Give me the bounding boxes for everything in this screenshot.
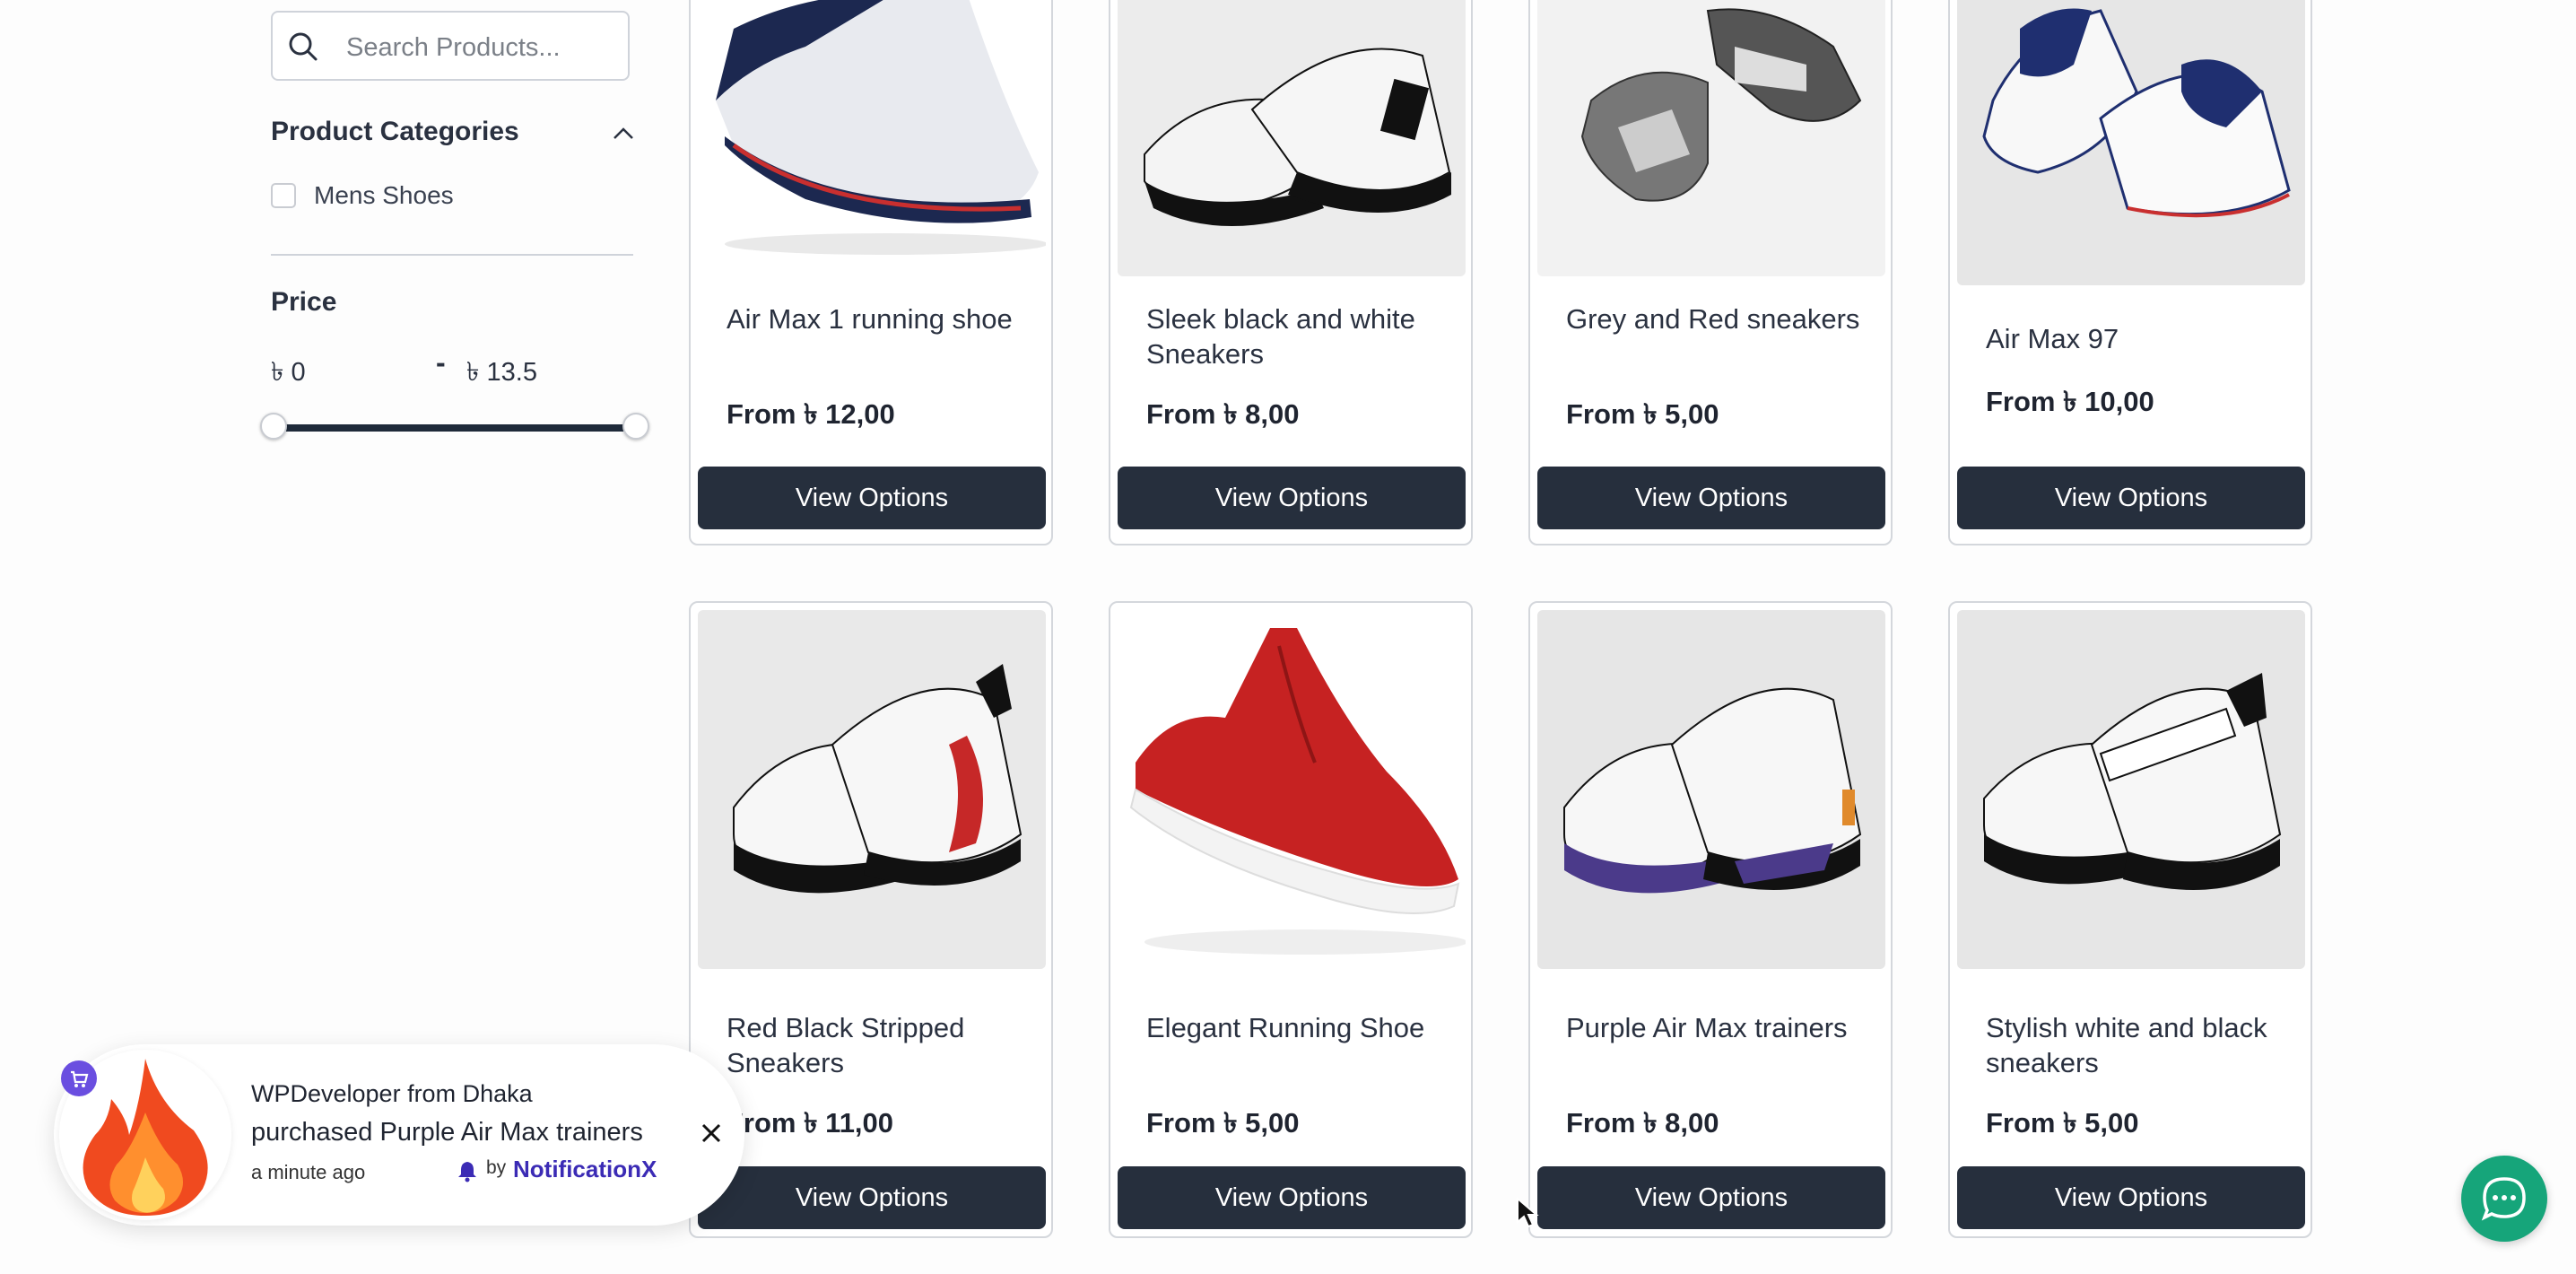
close-icon[interactable]: [698, 1120, 725, 1147]
shopping-cart-icon: [61, 1060, 97, 1096]
view-options-button[interactable]: View Options: [698, 1166, 1046, 1229]
notification-message: purchased Purple Air Max trainers: [251, 1118, 643, 1147]
notification-title: WPDeveloper from Dhaka: [251, 1080, 533, 1107]
view-options-button[interactable]: View Options: [1537, 1166, 1885, 1229]
chevron-up-icon[interactable]: [612, 122, 635, 145]
price-title: Price: [271, 287, 337, 317]
mens-shoes-checkbox[interactable]: [271, 183, 296, 208]
price-slider-max-handle[interactable]: [622, 413, 649, 440]
product-price: From ৳ 8,00: [1146, 398, 1300, 430]
product-price: From ৳ 5,00: [1986, 1107, 2139, 1139]
view-options-button[interactable]: View Options: [1957, 467, 2305, 529]
product-name[interactable]: Sleek black and white Sneakers: [1146, 301, 1442, 371]
notification-by: by: [486, 1157, 507, 1178]
product-price: From ৳ 5,00: [1146, 1107, 1300, 1139]
product-name[interactable]: Air Max 1 running shoe: [727, 301, 1023, 336]
notification-time: a minute ago: [251, 1161, 366, 1183]
view-options-button[interactable]: View Options: [1118, 467, 1466, 529]
bell-icon: [458, 1162, 476, 1182]
product-name[interactable]: Stylish white and black sneakers: [1986, 1010, 2282, 1080]
product-image[interactable]: [1118, 610, 1466, 969]
product-image[interactable]: [698, 0, 1046, 262]
product-name[interactable]: Purple Air Max trainers: [1566, 1010, 1862, 1045]
product-image[interactable]: [1537, 610, 1885, 969]
product-image[interactable]: [698, 610, 1046, 969]
product-card: Air Max 97 From ৳ 10,00 View Options: [1948, 0, 2312, 545]
price-min-label: ৳ 0: [271, 358, 306, 387]
product-card: Stylish white and black sneakers From ৳ …: [1948, 601, 2312, 1238]
product-card: Air Max 1 running shoe From ৳ 12,00 View…: [689, 0, 1053, 545]
product-image[interactable]: [1118, 0, 1466, 276]
chat-icon: [2481, 1177, 2526, 1221]
view-options-button[interactable]: View Options: [1537, 467, 1885, 529]
divider: [271, 254, 633, 256]
product-image[interactable]: [1957, 0, 2305, 285]
mouse-cursor-icon: [1517, 1197, 1539, 1228]
view-options-button[interactable]: View Options: [1118, 1166, 1466, 1229]
product-image[interactable]: [1537, 0, 1885, 276]
product-card: Grey and Red sneakers From ৳ 5,00 View O…: [1528, 0, 1893, 545]
price-max-label: ৳ 13.5: [466, 358, 537, 387]
product-price: From ৳ 12,00: [727, 398, 895, 430]
search-input[interactable]: [344, 23, 617, 72]
product-name[interactable]: Elegant Running Shoe: [1146, 1010, 1442, 1045]
product-price: From ৳ 10,00: [1986, 386, 2154, 417]
chat-button[interactable]: [2461, 1156, 2547, 1242]
product-card: Purple Air Max trainers From ৳ 8,00 View…: [1528, 601, 1893, 1238]
price-separator: -: [436, 346, 446, 379]
product-image[interactable]: [1957, 610, 2305, 969]
notification-brand[interactable]: NotificationX: [513, 1156, 657, 1183]
view-options-button[interactable]: View Options: [698, 467, 1046, 529]
product-card: Sleek black and white Sneakers From ৳ 8,…: [1109, 0, 1473, 545]
view-options-button[interactable]: View Options: [1957, 1166, 2305, 1229]
product-name[interactable]: Red Black Stripped Sneakers: [727, 1010, 1023, 1080]
product-name[interactable]: Air Max 97: [1986, 321, 2282, 356]
search-icon: [289, 32, 318, 61]
product-card: Elegant Running Shoe From ৳ 5,00 View Op…: [1109, 601, 1473, 1238]
category-label-mens-shoes[interactable]: Mens Shoes: [314, 181, 454, 210]
price-slider-min-handle[interactable]: [260, 413, 287, 440]
categories-title: Product Categories: [271, 117, 519, 146]
product-name[interactable]: Grey and Red sneakers: [1566, 301, 1862, 336]
product-price: From ৳ 8,00: [1566, 1107, 1719, 1139]
price-slider-track[interactable]: [274, 424, 637, 432]
product-price: From ৳ 5,00: [1566, 398, 1719, 430]
sales-notification[interactable]: WPDeveloper from Dhaka purchased Purple …: [54, 1044, 744, 1226]
product-price: From ৳ 11,00: [727, 1107, 894, 1139]
search-box[interactable]: [271, 11, 630, 81]
